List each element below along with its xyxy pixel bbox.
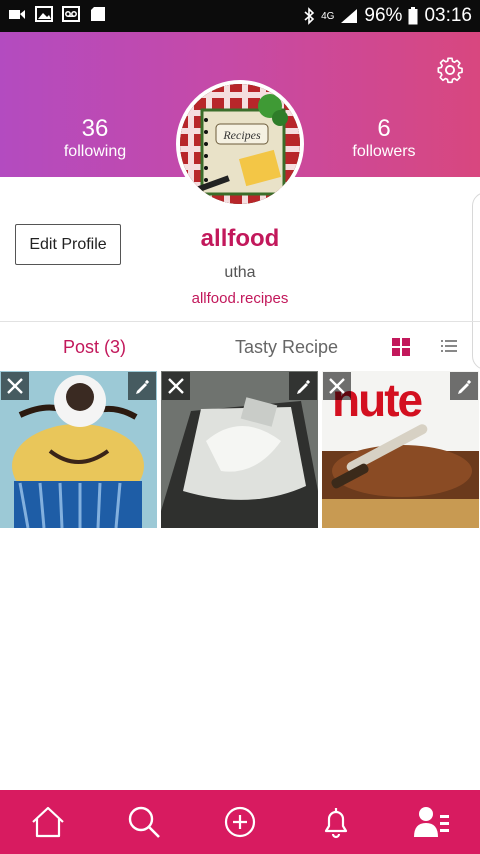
home-icon — [32, 806, 64, 838]
clock: 03:16 — [424, 5, 472, 26]
nav-search[interactable] — [120, 798, 168, 846]
close-icon — [329, 378, 345, 394]
battery-percent: 96% — [364, 5, 403, 26]
status-left-icons — [8, 6, 107, 22]
tab-posts[interactable]: Post (3) — [63, 337, 126, 358]
followers-count: 6 — [377, 115, 391, 142]
search-icon — [128, 806, 160, 838]
divider — [0, 321, 480, 322]
status-bar: 4G 96% 03:16 — [0, 0, 480, 32]
post-thumbnail[interactable]: nute — [322, 371, 479, 528]
edit-profile-button[interactable]: Edit Profile — [15, 224, 121, 265]
close-icon — [168, 378, 184, 394]
nav-home[interactable] — [24, 798, 72, 846]
post-grid: nute — [0, 371, 480, 528]
video-camera-icon — [9, 10, 25, 19]
pencil-icon — [297, 379, 311, 394]
remove-post-button[interactable] — [162, 372, 190, 400]
following-label: following — [63, 143, 127, 160]
nav-add[interactable] — [216, 798, 264, 846]
list-view-icon[interactable] — [441, 339, 457, 353]
status-right: 4G 96% 03:16 — [303, 0, 472, 32]
edit-post-button[interactable] — [289, 372, 317, 400]
nav-profile[interactable] — [408, 798, 456, 846]
post-thumbnail[interactable] — [0, 371, 157, 528]
image-icon — [35, 6, 53, 22]
bottom-navigation — [0, 790, 480, 854]
bell-icon — [324, 808, 348, 839]
tab-tasty-recipe[interactable]: Tasty Recipe — [235, 337, 338, 358]
edit-post-button[interactable] — [450, 372, 478, 400]
gear-icon[interactable] — [436, 56, 464, 84]
profile-username: allfood — [200, 225, 280, 252]
add-icon — [224, 806, 256, 838]
voicemail-icon — [62, 6, 80, 22]
avatar-caption: Recipes — [222, 128, 261, 142]
profile-icon — [414, 807, 449, 837]
battery-icon — [408, 7, 418, 25]
nav-notifications[interactable] — [312, 798, 360, 846]
remove-post-button[interactable] — [323, 372, 351, 400]
following-stat[interactable]: 36 following — [40, 116, 150, 162]
profile-display-name: utha — [224, 264, 256, 281]
followers-stat[interactable]: 6 followers — [329, 116, 439, 162]
avatar-image: Recipes — [180, 84, 300, 204]
edit-post-button[interactable] — [128, 372, 156, 400]
pencil-icon — [458, 379, 472, 394]
following-count: 36 — [81, 115, 109, 142]
sd-card-icon — [91, 7, 105, 21]
avatar[interactable]: Recipes — [176, 80, 304, 208]
remove-post-button[interactable] — [1, 372, 29, 400]
bluetooth-icon — [304, 7, 315, 25]
close-icon — [7, 378, 23, 394]
side-drawer-handle[interactable] — [472, 192, 480, 370]
followers-label: followers — [352, 143, 416, 160]
network-type: 4G — [321, 10, 335, 22]
post-thumbnail[interactable] — [161, 371, 318, 528]
grid-view-icon[interactable] — [392, 338, 410, 356]
pencil-icon — [136, 379, 150, 394]
profile-link[interactable]: allfood.recipes — [140, 290, 340, 307]
signal-icon — [341, 9, 358, 23]
